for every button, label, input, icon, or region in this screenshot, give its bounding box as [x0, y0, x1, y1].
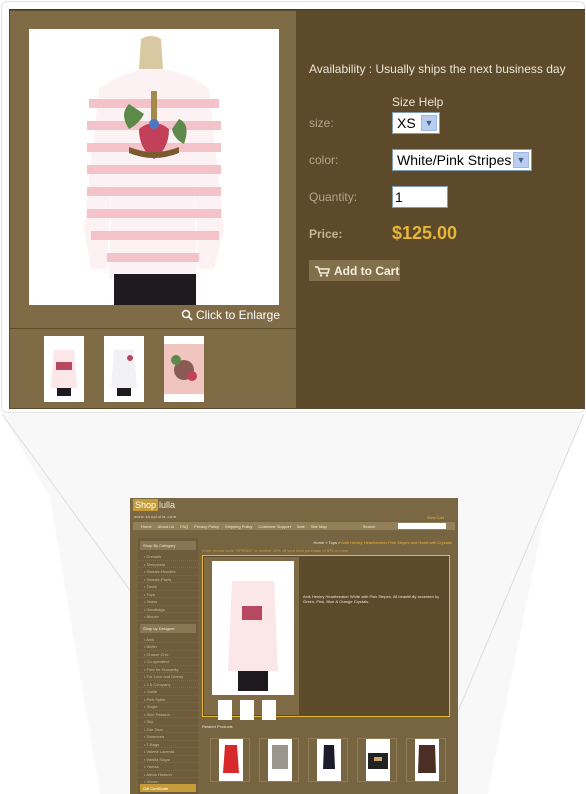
nav-sale[interactable]: Sale: [297, 524, 305, 529]
search-input[interactable]: [398, 523, 446, 529]
price-value: $125.00: [392, 223, 458, 243]
product-detail-panel: Click to Enlarge Availability : Usually …: [9, 9, 585, 409]
sidebar-designer-item[interactable]: • For Love and Liberty: [138, 673, 198, 681]
color-select[interactable]: White/Pink Stripes ▼: [392, 149, 532, 171]
nav-support[interactable]: Customer Support: [258, 524, 290, 529]
designer-heading: Shop by Designer: [140, 623, 196, 633]
sidebar-designer-item[interactable]: • Pink Spike: [138, 696, 198, 703]
sidebar-designer-item[interactable]: • Free for Humanity: [138, 666, 198, 673]
sidebar-designer-item[interactable]: • T-Bags: [138, 741, 198, 748]
mini-product-box: Anik Henley Heartbreaker White with Pink…: [202, 555, 450, 720]
availability-text: Availability : Usually ships the next bu…: [309, 62, 566, 76]
sidebar-designer-item[interactable]: • Valerie Lacerda: [138, 748, 198, 756]
sidebar-designer-item[interactable]: • Joolie: [138, 688, 198, 696]
mini-header: Shop lulla www.shoplulla.com View Cart: [130, 498, 458, 520]
sidebar-designer-item[interactable]: • Skirt Passion: [138, 711, 198, 718]
magnifier-icon: [181, 309, 193, 321]
related-product[interactable]: [308, 738, 348, 782]
related-product[interactable]: [357, 738, 397, 782]
mini-description: Anik Henley Heartbreaker White with Pink…: [303, 594, 440, 604]
sidebar-category-item[interactable]: • Sweats-Hoodies: [138, 568, 198, 576]
sidebar-category-item[interactable]: • Jeans: [138, 598, 198, 606]
mini-content: Home » Tops » Anik Henley Heartbreaker P…: [202, 538, 454, 794]
related-product[interactable]: [406, 738, 446, 782]
gift-certificate-link[interactable]: Gift Certificate: [140, 784, 196, 792]
size-label: size:: [309, 116, 334, 130]
search-label: Search: [362, 523, 376, 529]
size-help-link[interactable]: Size Help: [392, 95, 443, 109]
sidebar-designer-item[interactable]: • Yamas: [138, 763, 198, 771]
sidebar-designer-item[interactable]: • Buffer: [138, 643, 198, 651]
chevron-down-icon: ▼: [513, 152, 529, 168]
sidebar-designer-item[interactable]: • Zoe Zuzu: [138, 726, 198, 733]
zoom-callout: Click to Enlarge Availability : Usually …: [1, 1, 585, 413]
sidebar-category-item[interactable]: • Dresses: [138, 553, 198, 561]
sidebar-category-item[interactable]: • Sweats-Pants: [138, 576, 198, 583]
sidebar-category-item[interactable]: • Handbags: [138, 606, 198, 613]
sidebar-designer-item[interactable]: • Chaser Chic: [138, 651, 198, 658]
thumbnail-divider: [10, 328, 296, 329]
promo-text: Enter promo code "SPRING" to receive 20%…: [202, 548, 349, 553]
category-heading: Shop By Category: [140, 541, 196, 550]
thumbnail-front[interactable]: [44, 336, 84, 402]
nav-shipping[interactable]: Shipping Policy: [225, 524, 252, 529]
thumbnail-side[interactable]: [104, 336, 144, 402]
price-label: Price:: [309, 227, 343, 241]
breadcrumb: Home » Tops » Anik Henley Heartbreaker P…: [313, 540, 452, 545]
main-product-image[interactable]: [29, 29, 279, 305]
product-options: Availability : Usually ships the next bu…: [309, 10, 585, 410]
site-url: www.shoplulla.com: [134, 514, 177, 519]
sidebar-designer-item[interactable]: • Anik: [138, 636, 198, 643]
sidebar-designer-item[interactable]: • Co-operative: [138, 658, 198, 666]
related-product[interactable]: [210, 738, 250, 782]
add-to-cart-button[interactable]: Add to Cart: [309, 260, 400, 281]
click-to-enlarge-label: Click to Enlarge: [195, 308, 280, 322]
page-thumbnail: Shop lulla www.shoplulla.com View Cart Ho…: [130, 498, 458, 794]
nav-home[interactable]: Home: [141, 524, 152, 529]
product-image-column: Click to Enlarge: [10, 11, 296, 408]
nav-faq[interactable]: FAQ: [180, 524, 188, 529]
sidebar-designer-item[interactable]: • Sky: [138, 718, 198, 726]
click-to-enlarge-link[interactable]: Click to Enlarge: [181, 308, 280, 322]
add-to-cart-label: Add to Cart: [334, 263, 400, 278]
quantity-input[interactable]: 1: [392, 186, 448, 208]
quantity-label: Quantity:: [309, 190, 358, 204]
sidebar-designer-item[interactable]: • Vanilla Sugar: [138, 756, 198, 763]
mini-main-image[interactable]: [212, 561, 294, 695]
cart-icon: [315, 265, 330, 277]
site-logo[interactable]: Shop lulla: [133, 499, 175, 511]
sidebar-category-item[interactable]: • Tanks: [138, 583, 198, 591]
sidebar-designer-item[interactable]: • Alexis Hudson: [138, 771, 198, 778]
sidebar: Shop By Category • Dresses • Sleepwear • S…: [138, 538, 198, 794]
color-select-value: White/Pink Stripes: [397, 152, 512, 168]
sidebar-category-item[interactable]: • Sleepwear: [138, 561, 198, 568]
color-label: color:: [309, 153, 339, 167]
sidebar-category-item[interactable]: • Blouse: [138, 613, 198, 621]
sidebar-designer-item[interactable]: • Sweetees: [138, 733, 198, 741]
related-product[interactable]: [259, 738, 299, 782]
sidebar-designer-item[interactable]: • J & Company: [138, 681, 198, 688]
size-select-value: XS: [397, 115, 416, 131]
nav-about[interactable]: About Us: [158, 524, 174, 529]
related-products-heading: Related Products: [202, 724, 233, 729]
thumbnail-detail[interactable]: [164, 336, 204, 402]
nav-sitemap[interactable]: Site Map: [311, 524, 327, 529]
sidebar-category-item[interactable]: • Tops: [138, 591, 198, 598]
size-select[interactable]: XS ▼: [392, 112, 440, 134]
nav-privacy[interactable]: Privacy Policy: [194, 524, 219, 529]
view-cart-link[interactable]: View Cart: [427, 515, 444, 520]
sidebar-designer-item[interactable]: • Single: [138, 703, 198, 711]
chevron-down-icon: ▼: [421, 115, 437, 131]
